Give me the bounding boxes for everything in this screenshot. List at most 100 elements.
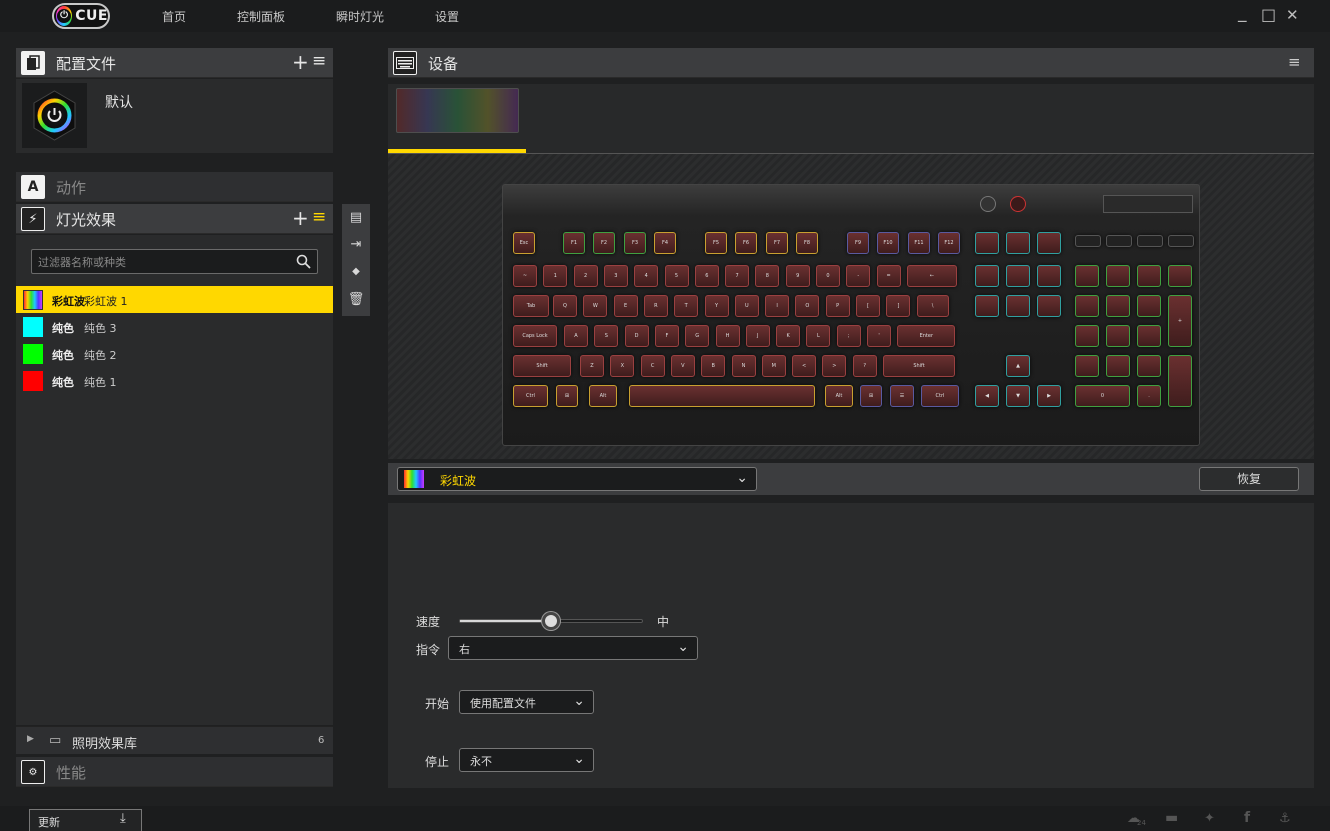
key-nav[interactable] (1037, 295, 1061, 317)
key-num[interactable]: ~ (513, 265, 537, 287)
minimize-button[interactable]: _ (1238, 2, 1247, 24)
key-row2[interactable]: W (583, 295, 608, 317)
media-key[interactable] (1137, 235, 1163, 247)
key-num[interactable]: 6 (694, 265, 719, 287)
profile-thumbnail[interactable] (22, 83, 87, 148)
key-row4[interactable]: > (822, 355, 847, 377)
key-f9[interactable]: F9 (847, 232, 869, 254)
keyboard-preview[interactable]: Esc F1 F2 F3 F4 F5 F6 F7 F8 F9 F10 F11 F12 ~1 2 3 4 5 6 7 8 9… (502, 184, 1200, 446)
key-numpad-enter[interactable] (1168, 355, 1192, 407)
key-row2[interactable]: R (643, 295, 668, 317)
key-num[interactable]: 3 (603, 265, 628, 287)
effect-item-solid-3[interactable]: 纯色 纯色 3 (16, 313, 333, 340)
key-numpad-dot[interactable]: . (1137, 385, 1161, 407)
corsair-icon[interactable]: ⚓ (1279, 811, 1291, 826)
key-numpad[interactable] (1106, 325, 1130, 347)
key-row2[interactable]: P (825, 295, 850, 317)
key-nav[interactable] (1037, 265, 1061, 287)
key-row4[interactable]: Shift (883, 355, 955, 377)
key-row2[interactable]: Y (704, 295, 729, 317)
media-key[interactable] (1168, 235, 1194, 247)
profile-name[interactable]: 默认 (105, 92, 133, 112)
key-row3[interactable]: ; (836, 325, 861, 347)
key-row2[interactable]: U (734, 295, 759, 317)
effect-item-solid-2[interactable]: 纯色 纯色 2 (16, 340, 333, 367)
key-bottom[interactable]: ⊞ (860, 385, 882, 407)
key-row2[interactable]: E (613, 295, 638, 317)
key-row2[interactable]: Tab (513, 295, 549, 317)
key-f11[interactable]: F11 (908, 232, 930, 254)
nav-settings[interactable]: 设置 (435, 8, 459, 25)
key-nav[interactable] (1006, 232, 1030, 254)
stop-select[interactable]: 永不 ⌄ (459, 748, 594, 772)
key-row3[interactable]: ' (867, 325, 891, 347)
effects-menu-icon[interactable]: ≡ (312, 207, 326, 227)
key-row4[interactable]: B (701, 355, 726, 377)
key-numpad[interactable] (1075, 295, 1099, 317)
key-numpad[interactable] (1106, 355, 1130, 377)
key-bottom[interactable]: Alt (589, 385, 617, 407)
key-row3[interactable]: A (564, 325, 588, 347)
key-numpad[interactable] (1075, 265, 1099, 287)
update-button[interactable]: 更新 ⤓ (29, 809, 142, 831)
key-left[interactable]: ◀ (975, 385, 999, 407)
key-row4[interactable]: Z (580, 355, 604, 377)
actions-header[interactable]: A 动作 (16, 172, 333, 202)
key-row3[interactable]: Enter (897, 325, 956, 347)
key-num[interactable]: 0 (816, 265, 840, 287)
key-numpad[interactable] (1106, 295, 1130, 317)
search-icon[interactable] (296, 254, 311, 269)
add-profile-button[interactable]: + (292, 50, 309, 74)
effect-type-select[interactable]: 彩虹波 ⌄ (397, 467, 757, 491)
key-row3[interactable]: S (594, 325, 619, 347)
nav-home[interactable]: 首页 (162, 8, 186, 25)
key-row3[interactable]: J (745, 325, 770, 347)
twitter-icon[interactable]: ✦ (1204, 811, 1215, 826)
key-numpad[interactable] (1137, 325, 1161, 347)
key-nav[interactable] (975, 295, 999, 317)
key-numpad-plus[interactable]: + (1168, 295, 1192, 347)
key-down[interactable]: ▼ (1006, 385, 1030, 407)
key-row2[interactable]: ] (886, 295, 911, 317)
speed-slider[interactable] (459, 612, 643, 630)
effect-item-solid-1[interactable]: 纯色 纯色 1 (16, 367, 333, 394)
key-num[interactable]: 7 (725, 265, 750, 287)
key-nav[interactable] (1006, 295, 1030, 317)
direction-select[interactable]: 右 ⌄ (448, 636, 698, 660)
key-numpad[interactable] (1168, 265, 1192, 287)
facebook-icon[interactable]: f (1244, 810, 1250, 826)
key-row4[interactable]: Shift (513, 355, 571, 377)
media-key[interactable] (1075, 235, 1101, 247)
key-bottom[interactable]: Alt (825, 385, 853, 407)
copy-effect-icon[interactable]: ▤ (343, 204, 369, 230)
key-f7[interactable]: F7 (766, 232, 788, 254)
key-row2[interactable]: \ (916, 295, 949, 317)
key-num[interactable]: 8 (755, 265, 780, 287)
key-f2[interactable]: F2 (593, 232, 615, 254)
expand-arrow-icon[interactable]: ▶ (27, 734, 34, 744)
key-num[interactable]: = (876, 265, 901, 287)
key-num[interactable]: 9 (785, 265, 810, 287)
key-bottom[interactable]: Ctrl (513, 385, 548, 407)
key-nav[interactable] (1037, 232, 1061, 254)
key-f10[interactable]: F10 (877, 232, 899, 254)
device-thumbnail[interactable] (388, 84, 526, 150)
key-esc[interactable]: Esc (513, 232, 535, 254)
speed-slider-handle[interactable] (542, 612, 560, 630)
nav-instant-lighting[interactable]: 瞬时灯光 (336, 8, 384, 25)
start-select[interactable]: 使用配置文件 ⌄ (459, 690, 594, 714)
key-row4[interactable]: X (610, 355, 635, 377)
import-effect-icon[interactable]: ⇥ (343, 231, 369, 257)
reset-button[interactable]: 恢复 (1199, 467, 1299, 491)
devices-menu-icon[interactable]: ≡ (1288, 53, 1301, 71)
key-bottom[interactable] (629, 385, 815, 407)
reorder-icon[interactable]: ◆ (343, 258, 369, 284)
nav-dashboard[interactable]: 控制面板 (237, 8, 285, 25)
key-numpad[interactable] (1137, 265, 1161, 287)
key-up[interactable]: ▲ (1006, 355, 1030, 377)
chat-icon[interactable]: ▬ (1165, 810, 1178, 826)
key-num[interactable]: 1 (543, 265, 568, 287)
key-f6[interactable]: F6 (735, 232, 757, 254)
key-nav[interactable] (975, 232, 999, 254)
key-bottom[interactable]: ☰ (890, 385, 914, 407)
